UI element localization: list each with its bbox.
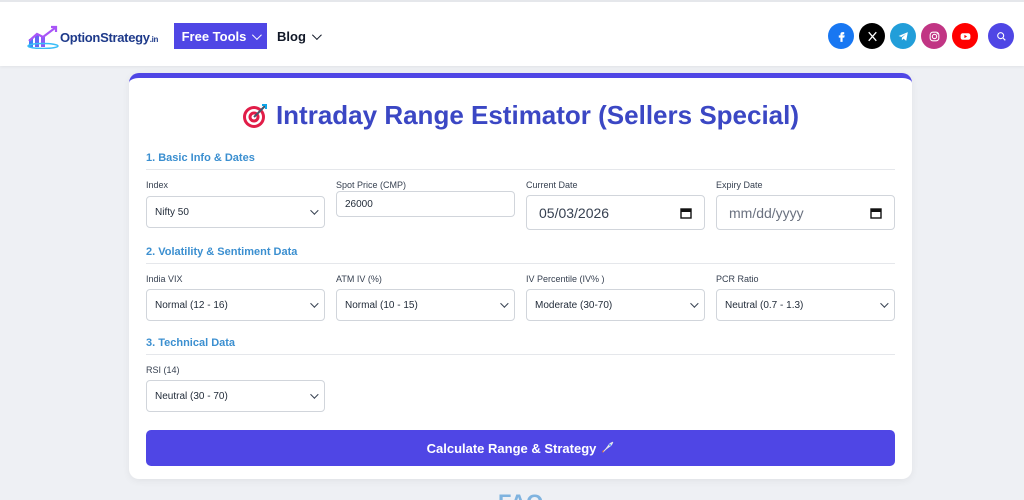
atm-iv-label: ATM IV (%) [336,274,382,284]
chevron-down-icon [310,299,319,308]
chevron-down-icon [252,29,263,40]
x-icon[interactable] [859,23,885,49]
nav-free-tools-label: Free Tools [181,28,247,44]
estimator-card: Intraday Range Estimator (Sellers Specia… [129,73,912,479]
rsi-select[interactable]: Neutral (30 - 70) [146,380,325,412]
calculate-button-label: Calculate Range & Strategy [426,440,597,456]
page-title: Intraday Range Estimator (Sellers Specia… [129,100,912,131]
rsi-select-value: Neutral (30 - 70) [155,390,228,402]
chevron-down-icon [310,206,319,215]
index-select-value: Nifty 50 [155,206,189,218]
iv-percentile-select[interactable]: Moderate (30-70) [526,289,705,321]
index-select[interactable]: Nifty 50 [146,196,325,228]
spot-price-value: 26000 [345,198,373,210]
vix-select[interactable]: Normal (12 - 16) [146,289,325,321]
current-date-value: 05/03/2026 [539,204,610,221]
instagram-icon[interactable] [921,23,947,49]
spot-price-label: Spot Price (CMP) [336,180,407,190]
youtube-icon[interactable] [952,23,978,49]
pcr-select[interactable]: Neutral (0.7 - 1.3) [716,289,895,321]
vix-label: India VIX [146,274,183,284]
current-date-label: Current Date [526,180,578,190]
chevron-down-icon [880,299,889,308]
site-logo[interactable]: OptionStrategy.in [27,24,158,50]
chevron-down-icon [310,390,319,399]
atm-iv-select[interactable]: Normal (10 - 15) [336,289,515,321]
chevron-down-icon [500,299,509,308]
nav-blog-label: Blog [277,28,306,44]
index-label: Index [146,180,169,190]
target-icon [242,103,267,128]
calendar-icon[interactable] [870,207,882,219]
iv-percentile-label: IV Percentile (IV% ) [526,274,605,284]
section-technical: 3. Technical Data [146,337,895,355]
pcr-select-value: Neutral (0.7 - 1.3) [725,299,804,311]
calendar-icon[interactable] [680,207,692,219]
site-header: OptionStrategy.in Free Tools Blog [0,0,1024,66]
rsi-label: RSI (14) [146,365,180,375]
expiry-date-placeholder: mm/dd/yyyy [729,204,804,221]
rocket-icon [602,441,614,453]
chevron-down-icon [311,29,322,40]
vix-select-value: Normal (12 - 16) [155,299,228,311]
facebook-icon[interactable] [828,23,854,49]
logo-chart-icon [27,25,59,49]
calculate-button[interactable]: Calculate Range & Strategy [146,430,895,466]
section-basic-info: 1. Basic Info & Dates [146,152,895,170]
atm-iv-select-value: Normal (10 - 15) [345,299,418,311]
chevron-down-icon [690,299,699,308]
nav-blog[interactable]: Blog [277,23,322,49]
spot-price-input[interactable]: 26000 [336,191,515,217]
section-volatility: 2. Volatility & Sentiment Data [146,246,895,264]
search-icon[interactable] [988,23,1014,49]
page-title-text: Intraday Range Estimator (Sellers Specia… [275,100,800,130]
expiry-date-label: Expiry Date [716,180,763,190]
iv-percentile-select-value: Moderate (30-70) [535,299,613,311]
pcr-label: PCR Ratio [716,274,759,284]
current-date-input[interactable]: 05/03/2026 [526,195,705,230]
expiry-date-input[interactable]: mm/dd/yyyy [716,195,895,230]
logo-text: OptionStrategy.in [60,29,159,45]
telegram-icon[interactable] [890,23,916,49]
faq-heading: FAQ [498,490,543,500]
nav-free-tools[interactable]: Free Tools [174,23,267,49]
